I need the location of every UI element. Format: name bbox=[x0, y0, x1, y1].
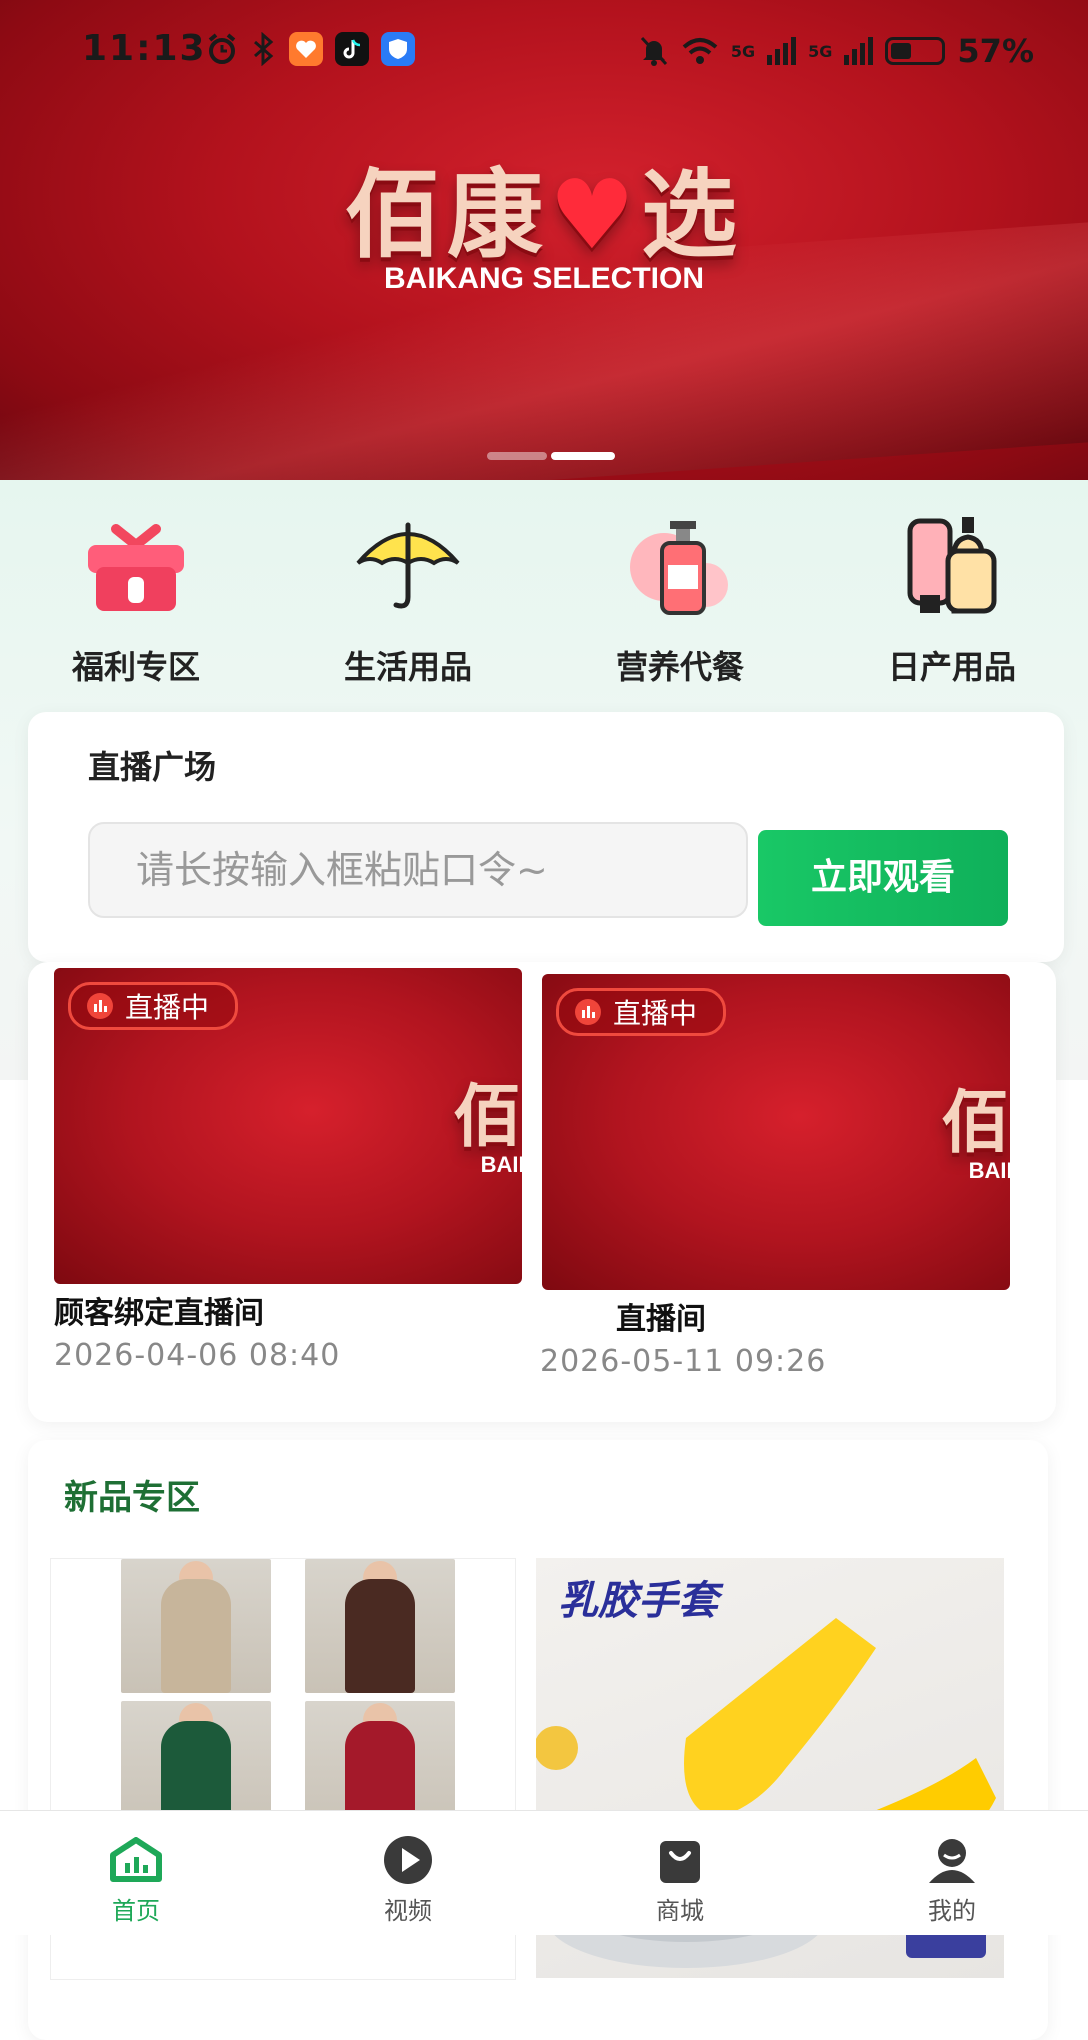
category-label: 福利专区 bbox=[71, 648, 200, 686]
nav-video[interactable]: 视频 bbox=[272, 1811, 544, 1935]
wifi-icon bbox=[682, 38, 718, 64]
gift-box-icon bbox=[71, 510, 201, 620]
shield-icon bbox=[381, 32, 415, 66]
logo-text-cn: 佰康♥选 bbox=[453, 1077, 523, 1157]
home-icon bbox=[107, 1835, 165, 1885]
alarm-icon bbox=[208, 33, 236, 64]
heart-icon: ♥ bbox=[548, 158, 642, 271]
new-products-title: 新品专区 bbox=[64, 1478, 200, 1518]
status-app-icons bbox=[205, 32, 415, 66]
password-input[interactable]: 请长按输入框粘贴口令~ bbox=[88, 822, 748, 918]
network-5g-label-2: 5G bbox=[808, 41, 833, 61]
live-room-date: 2026-04-06 08:40 bbox=[54, 1338, 341, 1373]
logo-text-en: BAIKANG SELECTION bbox=[383, 262, 704, 295]
carousel-dot bbox=[487, 452, 547, 460]
live-bars-icon bbox=[87, 993, 113, 1019]
thumbnail-logo: 佰康♥选 BAIKANG SELECTION bbox=[542, 1083, 1011, 1184]
status-bar: 11:13 5G 5G 57% bbox=[0, 0, 1088, 100]
network-5g-label-1: 5G bbox=[730, 41, 756, 61]
live-room-date: 2026-05-11 09:26 bbox=[540, 1344, 827, 1379]
nav-label: 视频 bbox=[384, 1897, 432, 1925]
battery-percent: 57% bbox=[957, 32, 1034, 70]
category-nutrition[interactable]: 营养代餐 bbox=[544, 510, 816, 688]
live-room-name[interactable]: 顾客绑定直播间 bbox=[54, 1288, 264, 1332]
cosmetics-icon bbox=[887, 510, 1017, 620]
logo-text-cn: 佰康♥选 bbox=[941, 1083, 1011, 1163]
live-plaza-card: 直播广场 请长按输入框粘贴口令~ 立即观看 bbox=[28, 712, 1064, 962]
live-room-thumbnail[interactable]: 佰康♥选 BAIKANG SELECTION 直播中 bbox=[542, 974, 1010, 1290]
nav-label: 商城 bbox=[656, 1897, 704, 1925]
category-label: 生活用品 bbox=[343, 648, 472, 686]
new-products-card: 新品专区 乳胶手套 bbox=[28, 1440, 1048, 2040]
logo-text-en: BAIKANG SELECTION bbox=[480, 1152, 522, 1177]
banner-logo: 佰康♥选 BAIKANG SELECTION bbox=[0, 160, 1088, 296]
nav-label: 首页 bbox=[112, 1897, 160, 1925]
signal-bars-1 bbox=[767, 37, 797, 65]
category-label: 日产用品 bbox=[887, 648, 1016, 686]
tiktok-icon bbox=[335, 32, 369, 66]
user-icon bbox=[923, 1835, 981, 1885]
nav-home[interactable]: 首页 bbox=[0, 1811, 272, 1935]
carousel-dot-active bbox=[551, 452, 615, 460]
carousel-indicator bbox=[487, 452, 615, 460]
logo-text-en: BAIKANG SELECTION bbox=[968, 1158, 1010, 1183]
logo-text-cn: 佰康♥选 bbox=[344, 158, 744, 271]
live-badge: 直播中 bbox=[68, 982, 239, 1030]
thumbnail-logo: 佰康♥选 BAIKANG SELECTION bbox=[54, 1077, 523, 1178]
live-badge: 直播中 bbox=[556, 988, 727, 1036]
bottle-icon bbox=[615, 510, 745, 620]
apron-image bbox=[121, 1559, 271, 1693]
watch-now-button[interactable]: 立即观看 bbox=[758, 830, 1008, 926]
category-welfare[interactable]: 福利专区 bbox=[0, 510, 272, 688]
nav-mine[interactable]: 我的 bbox=[816, 1811, 1088, 1935]
umbrella-icon bbox=[343, 510, 473, 620]
bottom-nav: 首页 视频 商城 我的 bbox=[0, 1810, 1088, 1935]
live-room-thumbnail[interactable]: 佰康♥选 BAIKANG SELECTION 直播中 bbox=[54, 968, 522, 1284]
live-plaza-title: 直播广场 bbox=[88, 748, 217, 786]
nav-mall[interactable]: 商城 bbox=[544, 1811, 816, 1935]
status-right: 5G 5G 57% bbox=[639, 32, 1034, 70]
live-room-name[interactable]: 直播间 bbox=[616, 1294, 706, 1338]
status-time: 11:13 bbox=[82, 28, 207, 69]
battery-icon bbox=[885, 37, 946, 65]
signal-bars-2 bbox=[844, 37, 874, 65]
category-label: 营养代餐 bbox=[615, 648, 744, 686]
category-daily-goods[interactable]: 生活用品 bbox=[272, 510, 544, 688]
nav-label: 我的 bbox=[928, 1897, 976, 1925]
live-bars-icon bbox=[575, 999, 601, 1025]
category-daily-products[interactable]: 日产用品 bbox=[816, 510, 1088, 688]
mute-bell-icon bbox=[640, 36, 667, 66]
play-icon bbox=[379, 1835, 437, 1885]
app-orange-heart-icon bbox=[289, 32, 323, 66]
apron-image bbox=[305, 1559, 455, 1693]
bluetooth-icon bbox=[254, 32, 274, 66]
category-row: 福利专区 生活用品 营养代餐 日产用品 bbox=[0, 510, 1088, 688]
shopping-bag-icon bbox=[651, 1835, 709, 1885]
live-rooms-card: 佰康♥选 BAIKANG SELECTION 直播中 顾客绑定直播间 2026-… bbox=[28, 962, 1056, 1422]
